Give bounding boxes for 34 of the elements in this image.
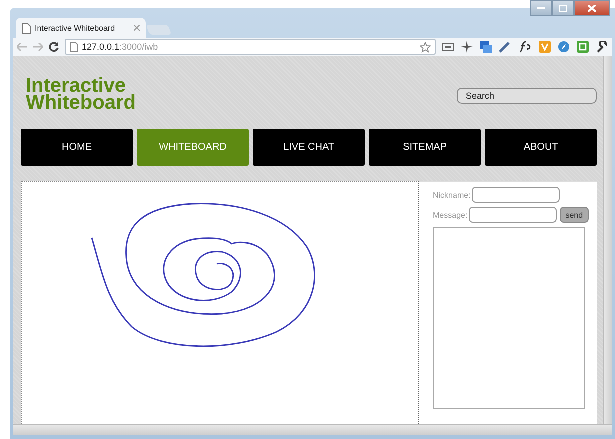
nickname-label: Nickname: (433, 190, 471, 200)
page-icon (22, 22, 31, 34)
message-field[interactable] (468, 207, 557, 223)
vertical-scrollbar[interactable] (603, 56, 612, 424)
extension-icon[interactable] (442, 42, 454, 52)
bookmark-star-icon[interactable] (420, 42, 431, 52)
forward-icon[interactable] (33, 43, 43, 51)
nav-tab[interactable]: WHITEBOARD (137, 129, 250, 166)
address-bar[interactable]: 127.0.0.1:3000/iwb (65, 39, 436, 55)
nav-tab[interactable]: HOME (21, 129, 134, 166)
maximize-icon (559, 4, 567, 12)
maximize-button[interactable] (552, 0, 574, 16)
extension-icon[interactable] (518, 41, 532, 53)
compass-icon[interactable] (558, 41, 570, 53)
minimize-icon (537, 6, 545, 10)
page-icon (70, 42, 78, 52)
search-field[interactable]: Search (457, 88, 598, 104)
horizontal-scrollbar[interactable] (13, 424, 612, 435)
close-button[interactable] (574, 0, 610, 16)
nav-tab[interactable]: LIVE CHAT (253, 129, 366, 166)
nickname-field[interactable] (472, 187, 560, 203)
nav-tab[interactable]: ABOUT (485, 129, 598, 166)
send-button[interactable]: send (560, 207, 590, 223)
close-icon (588, 4, 596, 12)
wrench-icon[interactable] (596, 41, 608, 53)
pen-icon[interactable] (499, 41, 511, 53)
back-icon[interactable] (17, 43, 27, 51)
nav-tab[interactable]: SITEMAP (369, 129, 482, 166)
url-text: 127.0.0.1:3000/iwb (82, 42, 160, 52)
extension-icon[interactable] (461, 41, 473, 53)
minimize-button[interactable] (530, 0, 552, 16)
reload-icon[interactable] (49, 42, 59, 52)
message-label: Message: (433, 210, 468, 220)
close-tab-icon[interactable] (134, 25, 140, 31)
